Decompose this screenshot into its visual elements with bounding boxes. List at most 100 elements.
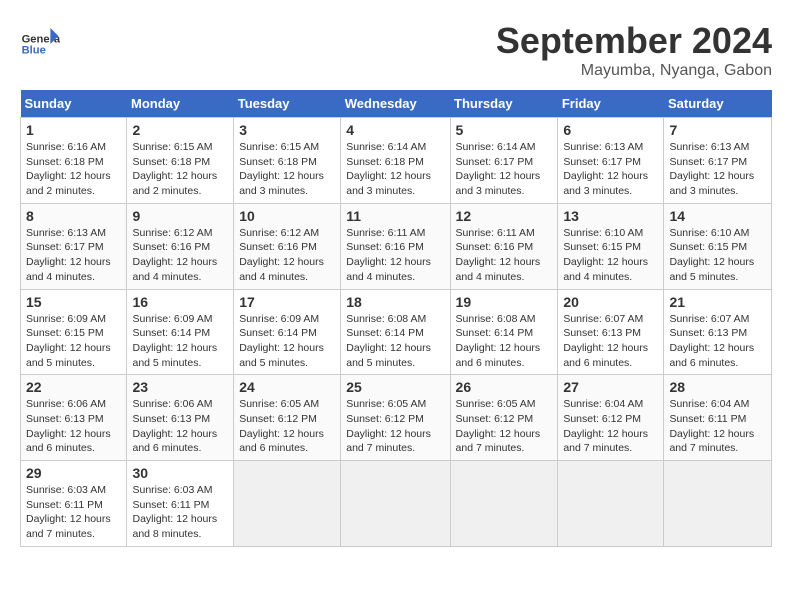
calendar-cell: 13Sunrise: 6:10 AM Sunset: 6:15 PM Dayli… [558, 203, 664, 289]
day-info: Sunrise: 6:11 AM Sunset: 6:16 PM Dayligh… [346, 226, 444, 285]
calendar-cell: 15 Sunrise: 6:09 AM Sunset: 6:15 PM Dayli… [21, 289, 127, 375]
day-info: Sunrise: 6:04 AM Sunset: 6:11 PM Dayligh… [669, 397, 766, 456]
col-wednesday: Wednesday [341, 90, 450, 118]
calendar-cell: 25 Sunrise: 6:05 AM Sunset: 6:12 PM Dayli… [341, 375, 450, 461]
day-info: Sunrise: 6:13 AM Sunset: 6:17 PM Dayligh… [669, 140, 766, 199]
day-info: Sunrise: 6:05 AM Sunset: 6:12 PM Dayligh… [346, 397, 444, 456]
day-number: 3 [239, 122, 335, 138]
calendar-cell: 17Sunrise: 6:09 AM Sunset: 6:14 PM Dayli… [234, 289, 341, 375]
calendar-cell: 3 Sunrise: 6:15 AM Sunset: 6:18 PM Daylig… [234, 118, 341, 204]
calendar-table: Sunday Monday Tuesday Wednesday Thursday… [20, 90, 772, 547]
calendar-cell: 18 Sunrise: 6:08 AM Sunset: 6:14 PM Dayli… [341, 289, 450, 375]
day-number: 12 [456, 208, 553, 224]
day-number: 30 [132, 465, 228, 481]
calendar-cell: 16Sunrise: 6:09 AM Sunset: 6:14 PM Dayli… [127, 289, 234, 375]
day-info: Sunrise: 6:08 AM Sunset: 6:14 PM Dayligh… [346, 312, 444, 371]
day-number: 18 [346, 294, 444, 310]
calendar-cell: 19Sunrise: 6:08 AM Sunset: 6:14 PM Dayli… [450, 289, 558, 375]
day-info: Sunrise: 6:09 AM Sunset: 6:14 PM Dayligh… [132, 312, 228, 371]
day-number: 20 [563, 294, 658, 310]
col-sunday: Sunday [21, 90, 127, 118]
logo-icon: General Blue [20, 20, 60, 60]
calendar-cell [234, 461, 341, 547]
calendar-cell: 24 Sunrise: 6:05 AM Sunset: 6:12 PM Dayli… [234, 375, 341, 461]
month-title: September 2024 [496, 20, 772, 62]
day-number: 24 [239, 379, 335, 395]
day-number: 25 [346, 379, 444, 395]
calendar-cell: 28 Sunrise: 6:04 AM Sunset: 6:11 PM Dayli… [664, 375, 772, 461]
calendar-cell: 2 Sunrise: 6:15 AM Sunset: 6:18 PM Daylig… [127, 118, 234, 204]
calendar-cell: 14 Sunrise: 6:10 AM Sunset: 6:15 PM Dayli… [664, 203, 772, 289]
title-block: September 2024 Mayumba, Nyanga, Gabon [496, 20, 772, 80]
day-info: Sunrise: 6:13 AM Sunset: 6:17 PM Dayligh… [26, 226, 121, 285]
page-header: General Blue September 2024 Mayumba, Nya… [20, 20, 772, 80]
calendar-cell: 6Sunrise: 6:13 AM Sunset: 6:17 PM Daylig… [558, 118, 664, 204]
day-number: 19 [456, 294, 553, 310]
day-number: 23 [132, 379, 228, 395]
calendar-cell: 30Sunrise: 6:03 AM Sunset: 6:11 PM Dayli… [127, 461, 234, 547]
calendar-cell: 26 Sunrise: 6:05 AM Sunset: 6:12 PM Dayli… [450, 375, 558, 461]
day-number: 14 [669, 208, 766, 224]
day-number: 7 [669, 122, 766, 138]
header-row: Sunday Monday Tuesday Wednesday Thursday… [21, 90, 772, 118]
calendar-cell: 22 Sunrise: 6:06 AM Sunset: 6:13 PM Dayli… [21, 375, 127, 461]
col-friday: Friday [558, 90, 664, 118]
calendar-row: 15 Sunrise: 6:09 AM Sunset: 6:15 PM Dayli… [21, 289, 772, 375]
day-number: 11 [346, 208, 444, 224]
day-info: Sunrise: 6:11 AM Sunset: 6:16 PM Dayligh… [456, 226, 553, 285]
svg-text:Blue: Blue [22, 45, 46, 57]
day-info: Sunrise: 6:07 AM Sunset: 6:13 PM Dayligh… [669, 312, 766, 371]
day-number: 5 [456, 122, 553, 138]
day-number: 27 [563, 379, 658, 395]
day-info: Sunrise: 6:05 AM Sunset: 6:12 PM Dayligh… [456, 397, 553, 456]
day-number: 9 [132, 208, 228, 224]
day-info: Sunrise: 6:06 AM Sunset: 6:13 PM Dayligh… [26, 397, 121, 456]
day-number: 15 [26, 294, 121, 310]
logo: General Blue [20, 20, 60, 60]
calendar-cell: 12 Sunrise: 6:11 AM Sunset: 6:16 PM Dayli… [450, 203, 558, 289]
day-number: 26 [456, 379, 553, 395]
calendar-cell: 4Sunrise: 6:14 AM Sunset: 6:18 PM Daylig… [341, 118, 450, 204]
day-number: 13 [563, 208, 658, 224]
day-number: 28 [669, 379, 766, 395]
calendar-cell: 9 Sunrise: 6:12 AM Sunset: 6:16 PM Daylig… [127, 203, 234, 289]
calendar-cell: 10Sunrise: 6:12 AM Sunset: 6:16 PM Dayli… [234, 203, 341, 289]
calendar-row: 29 Sunrise: 6:03 AM Sunset: 6:11 PM Dayli… [21, 461, 772, 547]
calendar-cell [664, 461, 772, 547]
calendar-cell [558, 461, 664, 547]
day-number: 2 [132, 122, 228, 138]
calendar-cell: 23 Sunrise: 6:06 AM Sunset: 6:13 PM Dayli… [127, 375, 234, 461]
day-number: 10 [239, 208, 335, 224]
day-info: Sunrise: 6:05 AM Sunset: 6:12 PM Dayligh… [239, 397, 335, 456]
calendar-row: 8 Sunrise: 6:13 AM Sunset: 6:17 PM Daylig… [21, 203, 772, 289]
calendar-cell: 8 Sunrise: 6:13 AM Sunset: 6:17 PM Daylig… [21, 203, 127, 289]
calendar-cell: 5Sunrise: 6:14 AM Sunset: 6:17 PM Daylig… [450, 118, 558, 204]
calendar-cell [450, 461, 558, 547]
calendar-cell: 11 Sunrise: 6:11 AM Sunset: 6:16 PM Dayli… [341, 203, 450, 289]
day-info: Sunrise: 6:07 AM Sunset: 6:13 PM Dayligh… [563, 312, 658, 371]
day-number: 22 [26, 379, 121, 395]
day-info: Sunrise: 6:15 AM Sunset: 6:18 PM Dayligh… [132, 140, 228, 199]
col-monday: Monday [127, 90, 234, 118]
day-number: 4 [346, 122, 444, 138]
day-info: Sunrise: 6:06 AM Sunset: 6:13 PM Dayligh… [132, 397, 228, 456]
calendar-row: 1Sunrise: 6:16 AM Sunset: 6:18 PM Daylig… [21, 118, 772, 204]
calendar-cell [341, 461, 450, 547]
day-info: Sunrise: 6:15 AM Sunset: 6:18 PM Dayligh… [239, 140, 335, 199]
calendar-cell: 7 Sunrise: 6:13 AM Sunset: 6:17 PM Daylig… [664, 118, 772, 204]
day-number: 8 [26, 208, 121, 224]
col-saturday: Saturday [664, 90, 772, 118]
location: Mayumba, Nyanga, Gabon [496, 62, 772, 80]
calendar-cell: 1Sunrise: 6:16 AM Sunset: 6:18 PM Daylig… [21, 118, 127, 204]
day-info: Sunrise: 6:16 AM Sunset: 6:18 PM Dayligh… [26, 140, 121, 199]
day-info: Sunrise: 6:10 AM Sunset: 6:15 PM Dayligh… [669, 226, 766, 285]
day-info: Sunrise: 6:13 AM Sunset: 6:17 PM Dayligh… [563, 140, 658, 199]
day-info: Sunrise: 6:03 AM Sunset: 6:11 PM Dayligh… [26, 483, 121, 542]
day-info: Sunrise: 6:04 AM Sunset: 6:12 PM Dayligh… [563, 397, 658, 456]
calendar-cell: 27 Sunrise: 6:04 AM Sunset: 6:12 PM Dayli… [558, 375, 664, 461]
col-tuesday: Tuesday [234, 90, 341, 118]
day-info: Sunrise: 6:09 AM Sunset: 6:15 PM Dayligh… [26, 312, 121, 371]
day-number: 29 [26, 465, 121, 481]
col-thursday: Thursday [450, 90, 558, 118]
day-info: Sunrise: 6:12 AM Sunset: 6:16 PM Dayligh… [132, 226, 228, 285]
